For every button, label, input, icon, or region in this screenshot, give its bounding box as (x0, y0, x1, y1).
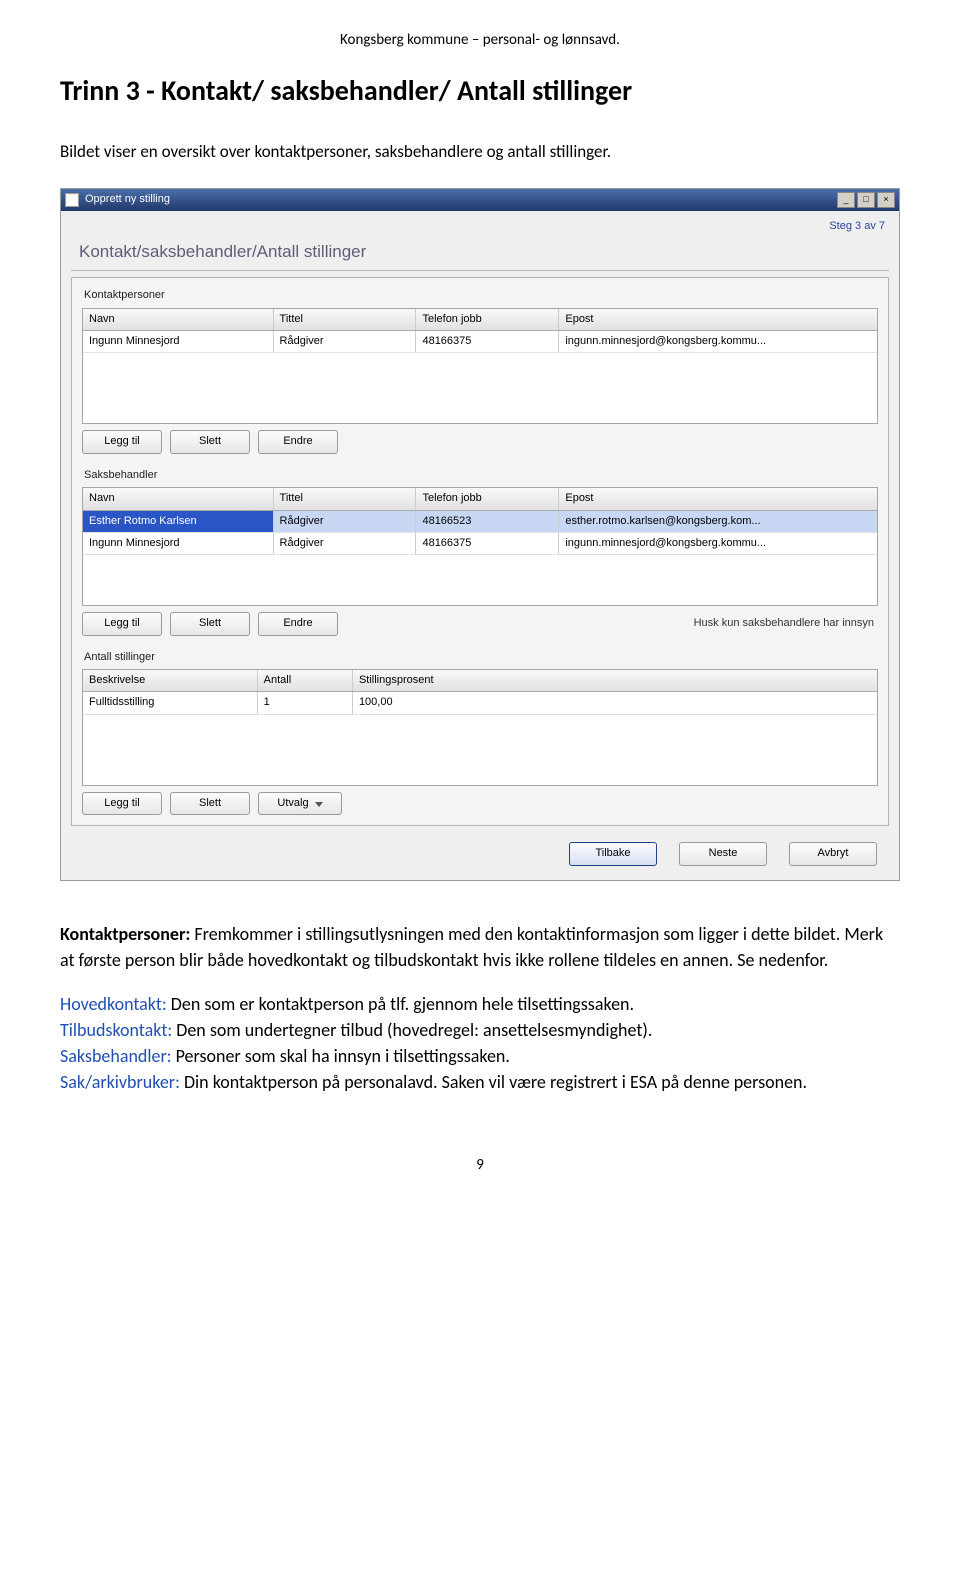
intro-paragraph: Bildet viser en oversikt over kontaktper… (60, 140, 900, 164)
col-tittel: Tittel (274, 309, 417, 330)
titlebar: Opprett ny stilling _ □ × (61, 189, 899, 211)
cell-epost: esther.rotmo.karlsen@kongsberg.kom... (559, 511, 877, 532)
cell-prosent: 100,00 (353, 692, 877, 713)
saksbehandler-grid[interactable]: Navn Tittel Telefon jobb Epost Esther Ro… (82, 487, 878, 606)
antall-header: Beskrivelse Antall Stillingsprosent (83, 670, 877, 692)
cell-beskrivelse: Fulltidsstilling (83, 692, 258, 713)
paragraph-roles: Hovedkontakt: Den som er kontaktperson p… (60, 991, 900, 1095)
app-icon (65, 193, 79, 207)
window-title: Opprett ny stilling (85, 192, 170, 207)
cell-tittel: Rådgiver (274, 511, 417, 532)
section-label-saksbehandler: Saksbehandler (84, 468, 878, 483)
col-beskrivelse: Beskrivelse (83, 670, 258, 691)
minimize-button[interactable]: _ (837, 192, 855, 208)
saks-edit-button[interactable]: Endre (258, 612, 338, 635)
table-row[interactable]: Esther Rotmo Karlsen Rådgiver 48166523 e… (83, 511, 877, 533)
cell-epost: ingunn.minnesjord@kongsberg.kommu... (559, 533, 877, 554)
col-telefon: Telefon jobb (416, 309, 559, 330)
label-tilbudskontakt: Tilbudskontakt: (60, 1019, 172, 1041)
kontaktpersoner-grid[interactable]: Navn Tittel Telefon jobb Epost Ingunn Mi… (82, 308, 878, 425)
kontakt-delete-button[interactable]: Slett (170, 430, 250, 453)
label-kontaktpersoner: Kontaktpersoner: (60, 923, 190, 945)
label-saksbehandler: Saksbehandler: (60, 1045, 172, 1067)
kontaktpersoner-header: Navn Tittel Telefon jobb Epost (83, 309, 877, 331)
cell-tittel: Rådgiver (274, 331, 417, 352)
col-tittel: Tittel (274, 488, 417, 509)
antall-grid[interactable]: Beskrivelse Antall Stillingsprosent Full… (82, 669, 878, 786)
cell-navn: Esther Rotmo Karlsen (83, 511, 274, 532)
col-telefon: Telefon jobb (416, 488, 559, 509)
label-hovedkontakt: Hovedkontakt: (60, 993, 167, 1015)
label-sakarkivbruker: Sak/arkivbruker: (60, 1071, 180, 1093)
kontakt-edit-button[interactable]: Endre (258, 430, 338, 453)
table-row[interactable]: Ingunn Minnesjord Rådgiver 48166375 ingu… (83, 533, 877, 555)
chevron-down-icon (315, 802, 323, 807)
maximize-button[interactable]: □ (857, 192, 875, 208)
paragraph-kontaktpersoner: Kontaktpersoner: Fremkommer i stillingsu… (60, 921, 900, 973)
wizard-cancel-button[interactable]: Avbryt (789, 842, 877, 865)
antall-add-button[interactable]: Legg til (82, 792, 162, 815)
antall-delete-button[interactable]: Slett (170, 792, 250, 815)
section-label-kontaktpersoner: Kontaktpersoner (84, 288, 878, 303)
utvalg-label: Utvalg (277, 796, 308, 811)
wizard-title: Kontakt/saksbehandler/Antall stillinger (79, 240, 885, 264)
saks-delete-button[interactable]: Slett (170, 612, 250, 635)
cell-navn: Ingunn Minnesjord (83, 533, 274, 554)
table-row[interactable]: Fulltidsstilling 1 100,00 (83, 692, 877, 714)
cell-epost: ingunn.minnesjord@kongsberg.kommu... (559, 331, 877, 352)
table-row[interactable]: Ingunn Minnesjord Rådgiver 48166375 ingu… (83, 331, 877, 353)
col-epost: Epost (559, 488, 877, 509)
cell-tlf: 48166375 (416, 533, 559, 554)
saksbehandler-header: Navn Tittel Telefon jobb Epost (83, 488, 877, 510)
app-window: Opprett ny stilling _ □ × Steg 3 av 7 Ko… (60, 188, 900, 881)
section-label-antall: Antall stillinger (84, 650, 878, 665)
text-sakarkivbruker: Din kontaktperson på personalavd. Saken … (180, 1071, 807, 1093)
text-hovedkontakt: Den som er kontaktperson på tlf. gjennom… (167, 993, 634, 1015)
col-navn: Navn (83, 309, 274, 330)
wizard-back-button[interactable]: Tilbake (569, 842, 657, 865)
text-saksbehandler: Personer som skal ha innsyn i tilsetting… (172, 1045, 510, 1067)
col-navn: Navn (83, 488, 274, 509)
cell-navn: Ingunn Minnesjord (83, 331, 274, 352)
cell-tittel: Rådgiver (274, 533, 417, 554)
antall-utvalg-button[interactable]: Utvalg (258, 792, 342, 815)
close-button[interactable]: × (877, 192, 895, 208)
document-header: Kongsberg kommune – personal- og lønnsav… (60, 30, 900, 51)
col-antall: Antall (258, 670, 353, 691)
page-title: Trinn 3 - Kontakt/ saksbehandler/ Antall… (60, 71, 900, 110)
step-indicator: Steg 3 av 7 (71, 219, 885, 234)
wizard-next-button[interactable]: Neste (679, 842, 767, 865)
cell-tlf: 48166375 (416, 331, 559, 352)
kontakt-add-button[interactable]: Legg til (82, 430, 162, 453)
page-number: 9 (60, 1155, 900, 1176)
cell-tlf: 48166523 (416, 511, 559, 532)
col-epost: Epost (559, 309, 877, 330)
wizard-content: Kontaktpersoner Navn Tittel Telefon jobb… (71, 277, 889, 826)
text-tilbudskontakt: Den som undertegner tilbud (hovedregel: … (172, 1019, 652, 1041)
cell-antall: 1 (258, 692, 353, 713)
saks-add-button[interactable]: Legg til (82, 612, 162, 635)
col-stillingsprosent: Stillingsprosent (353, 670, 877, 691)
saks-hint: Husk kun saksbehandlere har innsyn (694, 616, 878, 631)
